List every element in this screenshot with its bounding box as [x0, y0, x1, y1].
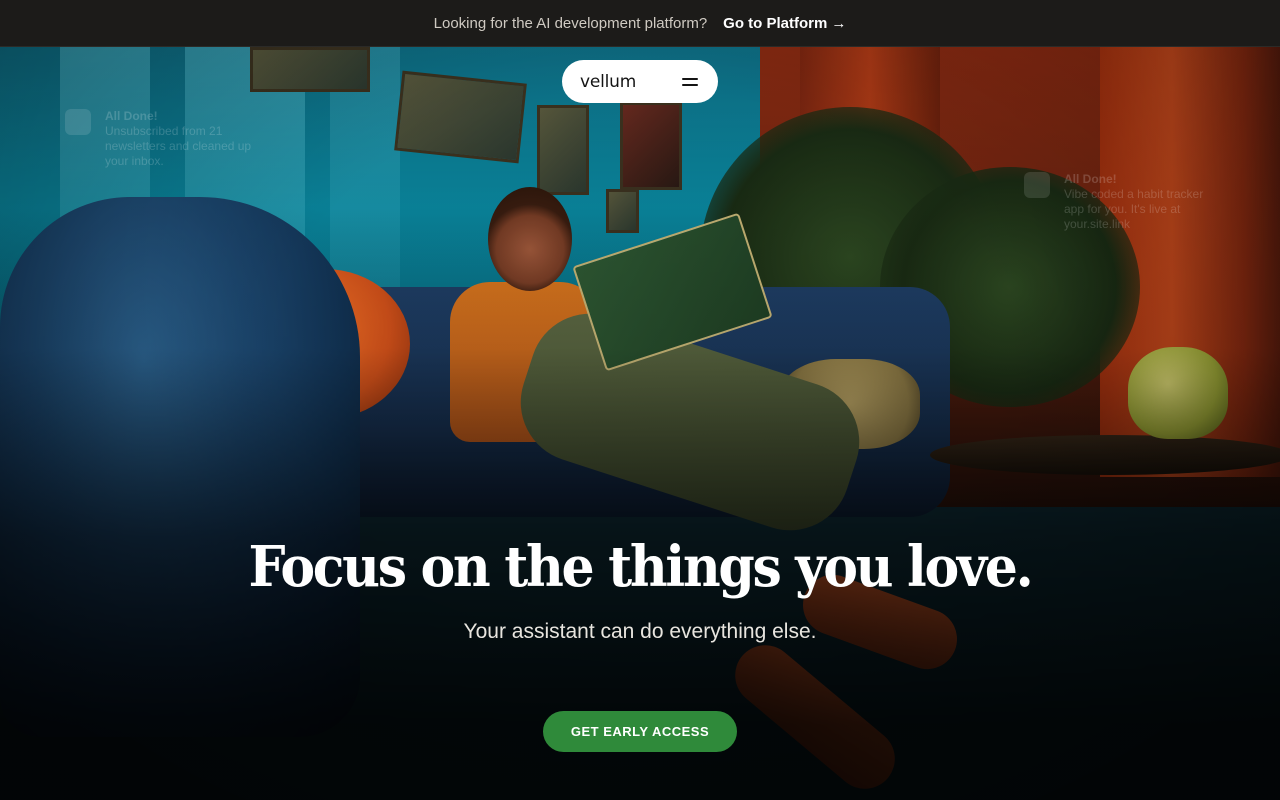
banner-text: Looking for the AI development platform? — [433, 14, 708, 32]
get-early-access-button[interactable]: GET EARLY ACCESS — [543, 711, 737, 752]
notification-title: All Done! — [1064, 172, 1117, 186]
notification-body: Vibe coded a habit tracker app for you. … — [1064, 187, 1204, 231]
top-banner: Looking for the AI development platform?… — [0, 0, 1280, 47]
notification-body: Unsubscribed from 21 newsletters and cle… — [105, 124, 252, 168]
notification-title: All Done! — [105, 109, 158, 123]
arrow-right-icon: → — [831, 14, 847, 32]
ghost-notification-2: All Done! Vibe coded a habit tracker app… — [1024, 172, 1214, 232]
ghost-notification-1: All Done! Unsubscribed from 21 newslette… — [65, 109, 255, 169]
vellum-logo[interactable]: vellum — [580, 72, 636, 92]
hero-headline: Focus on the things you love. — [248, 534, 1034, 600]
go-to-platform-label: Go to Platform — [723, 14, 828, 32]
go-to-platform-link[interactable]: Go to Platform → — [723, 15, 846, 32]
hamburger-menu-icon[interactable] — [682, 77, 698, 86]
nav-pill: vellum — [562, 60, 718, 103]
app-icon — [1024, 172, 1050, 198]
hero-subheadline: Your assistant can do everything else. — [463, 620, 817, 643]
hero-section: All Done! Unsubscribed from 21 newslette… — [0, 47, 1280, 800]
app-icon — [65, 109, 91, 135]
